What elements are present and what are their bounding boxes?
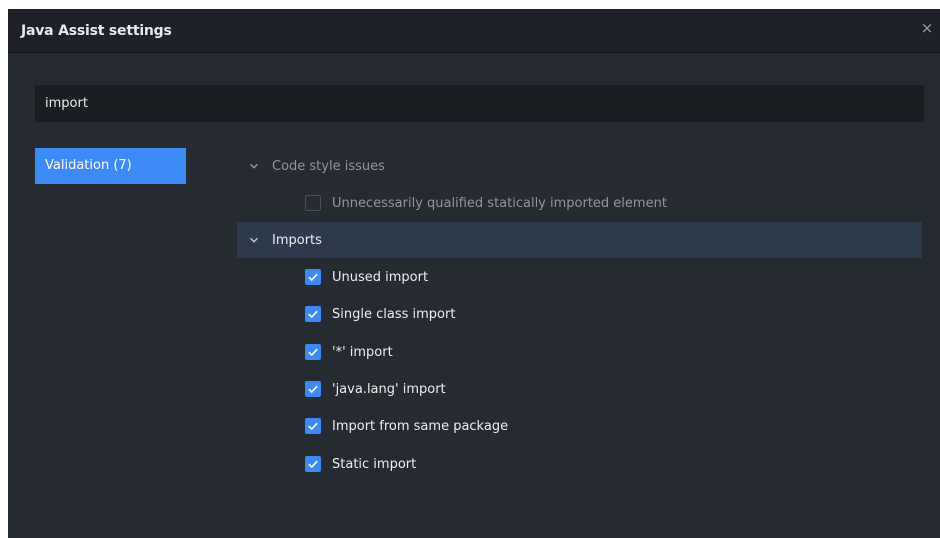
chevron-down-icon xyxy=(250,237,258,243)
tree-item: '*' import xyxy=(237,334,922,370)
tree-item-label: Import from same package xyxy=(332,418,509,434)
tree-group-code-style-issues[interactable]: Code style issues xyxy=(237,148,922,184)
nav-item-label: Validation (7) xyxy=(45,158,132,173)
tree-item-label: Unnecessarily qualified statically impor… xyxy=(332,195,667,211)
tree-item: Single class import xyxy=(237,296,922,332)
chevron-down-icon xyxy=(250,163,258,169)
tree-group-imports[interactable]: Imports xyxy=(237,222,922,258)
checkbox-unnecessarily-qualified[interactable] xyxy=(305,195,321,211)
checkmark-icon xyxy=(308,273,318,282)
tree-group-label: Imports xyxy=(272,232,322,248)
nav-item-validation[interactable]: Validation (7) xyxy=(35,148,186,184)
settings-dialog: Java Assist settings × Validation (7) Co… xyxy=(8,9,940,538)
checkmark-icon xyxy=(308,460,318,469)
tree-group-label: Code style issues xyxy=(272,158,385,174)
checkmark-icon xyxy=(308,385,318,394)
tree-item-label: Single class import xyxy=(332,306,456,322)
search-input[interactable] xyxy=(35,85,924,122)
tree-item-label: 'java.lang' import xyxy=(332,381,446,397)
tree-item: Static import xyxy=(237,446,922,482)
checkbox-unused-import[interactable] xyxy=(305,269,321,285)
tree-item: 'java.lang' import xyxy=(237,371,922,407)
close-icon[interactable]: × xyxy=(920,21,934,36)
checkbox-static-import[interactable] xyxy=(305,456,321,472)
tree-item: Import from same package xyxy=(237,408,922,444)
tree-item-label: '*' import xyxy=(332,344,393,360)
dialog-titlebar: Java Assist settings × xyxy=(8,9,940,53)
checkmark-icon xyxy=(308,348,318,357)
tree-item-label: Static import xyxy=(332,456,417,472)
checkmark-icon xyxy=(308,310,318,319)
tree-item: Unused import xyxy=(237,259,922,295)
dialog-title: Java Assist settings xyxy=(21,23,172,39)
tree-item-label: Unused import xyxy=(332,269,429,285)
checkbox-single-class-import[interactable] xyxy=(305,306,321,322)
checkbox-star-import[interactable] xyxy=(305,344,321,360)
checkbox-import-from-same-package[interactable] xyxy=(305,418,321,434)
tree-item: Unnecessarily qualified statically impor… xyxy=(237,185,922,221)
checkmark-icon xyxy=(308,422,318,431)
checkbox-java-lang-import[interactable] xyxy=(305,381,321,397)
